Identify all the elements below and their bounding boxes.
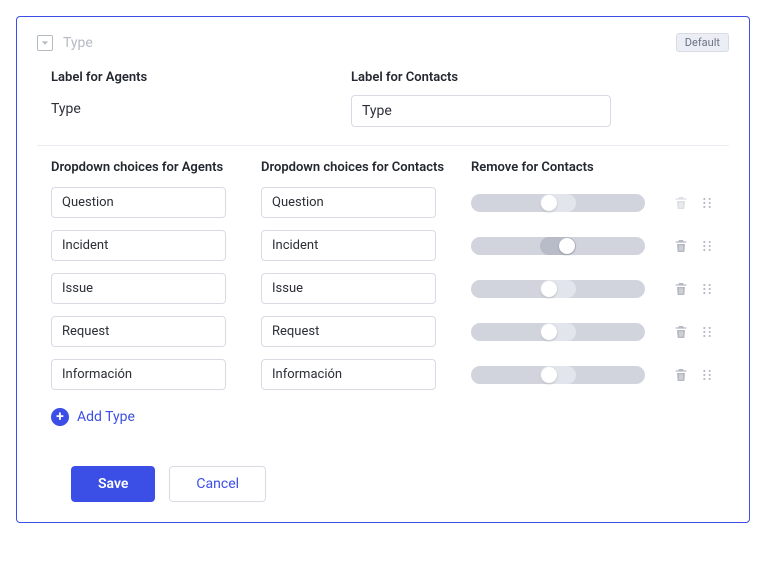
add-type-button[interactable]: + Add Type	[37, 402, 149, 426]
choice-toggle-cell	[471, 280, 645, 298]
remove-for-contacts-toggle[interactable]	[540, 194, 576, 212]
choice-agent-cell	[51, 187, 261, 218]
choices-agents-heading: Dropdown choices for Agents	[51, 160, 261, 175]
choice-row	[51, 187, 715, 218]
trash-icon[interactable]	[673, 367, 689, 383]
add-type-label: Add Type	[77, 409, 135, 425]
panel-title: Type	[37, 35, 93, 51]
choice-actions-cell	[645, 238, 715, 254]
choice-actions-cell	[645, 195, 715, 211]
choice-agent-cell	[51, 359, 261, 390]
choice-agent-input[interactable]	[51, 316, 226, 347]
remove-for-contacts-toggle[interactable]	[540, 323, 576, 341]
choice-actions-cell	[645, 324, 715, 340]
choices-header-row: Dropdown choices for Agents Dropdown cho…	[37, 160, 729, 175]
choice-contact-cell	[261, 187, 471, 218]
choice-toggle-cell	[471, 194, 645, 212]
trash-icon[interactable]	[673, 238, 689, 254]
drag-handle-icon[interactable]	[699, 195, 715, 211]
save-button[interactable]: Save	[71, 466, 155, 502]
choice-contact-input[interactable]	[261, 273, 436, 304]
choice-contact-input[interactable]	[261, 316, 436, 347]
label-contacts-heading: Label for Contacts	[351, 70, 611, 85]
choice-contact-cell	[261, 359, 471, 390]
choice-contact-cell	[261, 230, 471, 261]
choices-remove-heading: Remove for Contacts	[471, 160, 715, 175]
choice-agent-input[interactable]	[51, 230, 226, 261]
default-badge: Default	[676, 33, 729, 52]
choice-row	[51, 359, 715, 390]
choice-agent-cell	[51, 316, 261, 347]
drag-handle-icon[interactable]	[699, 281, 715, 297]
choice-contact-cell	[261, 316, 471, 347]
choice-contact-input[interactable]	[261, 230, 436, 261]
label-agents-heading: Label for Agents	[51, 70, 311, 85]
drag-handle-icon[interactable]	[699, 367, 715, 383]
label-contacts-col: Label for Contacts	[351, 70, 611, 127]
choice-row	[51, 316, 715, 347]
choice-agent-cell	[51, 273, 261, 304]
choice-toggle-cell	[471, 237, 645, 255]
choice-contact-input[interactable]	[261, 359, 436, 390]
choice-contact-cell	[261, 273, 471, 304]
choice-toggle-cell	[471, 366, 645, 384]
choices-contacts-heading: Dropdown choices for Contacts	[261, 160, 471, 175]
choice-row	[51, 230, 715, 261]
remove-for-contacts-toggle[interactable]	[540, 366, 576, 384]
field-config-panel: Type Default Label for Agents Type Label…	[16, 16, 750, 523]
choice-actions-cell	[645, 367, 715, 383]
cancel-button[interactable]: Cancel	[169, 466, 266, 502]
choice-contact-input[interactable]	[261, 187, 436, 218]
label-agents-value: Type	[51, 95, 311, 123]
label-section: Label for Agents Type Label for Contacts	[37, 70, 729, 143]
trash-icon[interactable]	[673, 324, 689, 340]
panel-header: Type Default	[37, 33, 729, 52]
remove-for-contacts-toggle[interactable]	[540, 280, 576, 298]
choice-agent-input[interactable]	[51, 359, 226, 390]
choice-agent-cell	[51, 230, 261, 261]
trash-icon	[673, 195, 689, 211]
drag-handle-icon[interactable]	[699, 324, 715, 340]
footer-actions: Save Cancel	[37, 444, 729, 502]
remove-for-contacts-toggle[interactable]	[540, 237, 576, 255]
choice-agent-input[interactable]	[51, 273, 226, 304]
section-divider	[37, 145, 729, 146]
choice-agent-input[interactable]	[51, 187, 226, 218]
label-contacts-input[interactable]	[351, 95, 611, 127]
panel-title-text: Type	[63, 35, 93, 51]
drag-handle-icon[interactable]	[699, 238, 715, 254]
choice-actions-cell	[645, 281, 715, 297]
choice-toggle-cell	[471, 323, 645, 341]
dropdown-field-icon	[37, 35, 53, 51]
plus-icon: +	[51, 408, 69, 426]
choice-rows-container	[37, 187, 729, 390]
trash-icon[interactable]	[673, 281, 689, 297]
choice-row	[51, 273, 715, 304]
label-agents-col: Label for Agents Type	[51, 70, 311, 127]
